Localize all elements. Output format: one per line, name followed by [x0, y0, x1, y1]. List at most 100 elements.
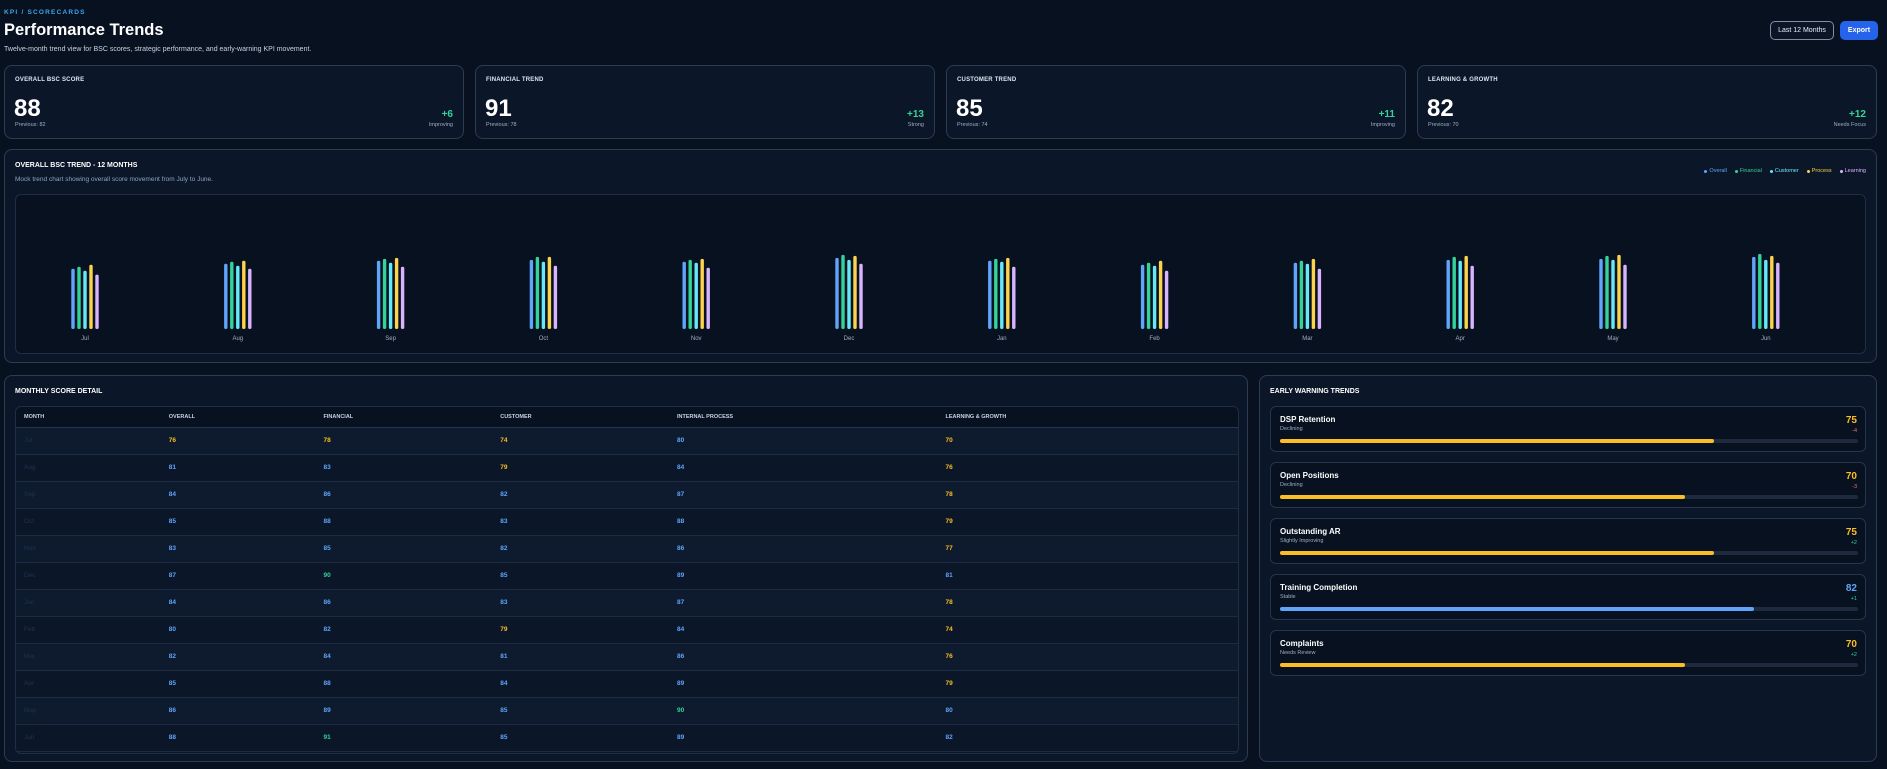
score-cell: 88 — [160, 724, 316, 752]
bar-financial-dec — [841, 254, 845, 329]
warning-status: Needs Review — [1280, 650, 1316, 656]
table-header-row: MONTH OVERALL FINANCIAL CUSTOMER INTERNAL PR… — [16, 407, 1238, 428]
score-cell: 87 — [160, 562, 316, 590]
score-cell: 70 — [937, 427, 1238, 455]
warning-item[interactable]: DSP Retention Declining 75 -4 — [1270, 406, 1866, 452]
bar-learning-dec — [859, 263, 863, 329]
table-row[interactable]: Oct 85 88 83 88 79 — [16, 508, 1238, 536]
score-cell: 83 — [492, 589, 669, 617]
bar-financial-jan — [994, 258, 998, 329]
warning-item[interactable]: Outstanding AR Slightly Improving 75 +2 — [1270, 518, 1866, 564]
score-cell: 78 — [937, 481, 1238, 509]
bar-process-feb — [1158, 260, 1163, 329]
kpi-card-delta: +13 — [907, 109, 924, 120]
bar-learning-apr — [1470, 265, 1474, 329]
trend-subtitle: Mock trend chart showing overall score m… — [15, 176, 213, 183]
month-cell: Nov — [16, 535, 161, 563]
score-cell: 84 — [160, 481, 316, 509]
score-cell: 80 — [160, 616, 316, 644]
warning-name: Outstanding AR — [1280, 527, 1341, 536]
column-header: LEARNING & GROWTH — [937, 407, 1238, 428]
trend-chart-svg: Jul Aug Sep Oct Nov Dec Jan Feb Mar Apr May Jun — [71, 253, 1780, 342]
table-row[interactable]: Feb 80 82 79 84 74 — [16, 616, 1238, 644]
score-cell: 79 — [937, 670, 1238, 698]
page-subtitle: Twelve-month trend view for BSC scores, … — [4, 46, 312, 53]
table-row[interactable]: Aug 81 83 79 84 76 — [16, 454, 1238, 482]
score-cell: 83 — [492, 508, 669, 536]
x-tick-label: Sep — [385, 336, 396, 342]
warning-progress-fill — [1280, 439, 1714, 443]
table-row[interactable]: Apr 85 88 84 89 79 — [16, 670, 1238, 698]
warning-score: 75 — [1845, 415, 1857, 426]
score-cell: 86 — [668, 535, 938, 563]
score-cell: 82 — [160, 643, 316, 671]
table-row[interactable]: Jun 88 91 85 89 82 — [16, 724, 1238, 752]
x-tick-label: Jul — [81, 336, 89, 342]
column-header: FINANCIAL — [315, 407, 493, 428]
column-header: INTERNAL PROCESS — [668, 407, 938, 428]
score-cell: 80 — [937, 697, 1238, 725]
score-cell: 86 — [315, 481, 493, 509]
table-row[interactable]: Nov 83 85 82 86 77 — [16, 535, 1238, 563]
x-tick-label: Nov — [691, 336, 702, 342]
warning-item[interactable]: Open Positions Declining 70 -3 — [1270, 462, 1866, 508]
score-cell: 88 — [315, 670, 493, 698]
table-row[interactable]: Jul 76 78 74 80 70 — [16, 427, 1238, 455]
score-cell: 87 — [668, 589, 938, 617]
score-cell: 74 — [937, 616, 1238, 644]
warning-score: 75 — [1845, 527, 1857, 538]
bar-customer-nov — [694, 262, 698, 329]
score-cell: 81 — [492, 643, 669, 671]
export-button[interactable]: Export — [1840, 21, 1878, 40]
legend-item-process: Process — [1806, 168, 1832, 174]
bar-learning-jul — [95, 274, 99, 329]
bar-process-jun — [1770, 255, 1774, 329]
score-cell: 84 — [315, 643, 493, 671]
kpi-card-previous: Previous: 78 — [486, 122, 517, 128]
warning-item[interactable]: Training Completion Stable 82 +1 — [1270, 574, 1866, 620]
trend-title: OVERALL BSC TREND - 12 MONTHS — [15, 162, 138, 169]
bar-customer-jun — [1764, 259, 1768, 329]
kpi-card-value: 85 — [956, 95, 983, 122]
warning-item[interactable]: Complaints Needs Review 70 +2 — [1270, 630, 1866, 676]
kpi-card-value: 91 — [485, 95, 512, 122]
bar-learning-jun — [1776, 262, 1780, 329]
warning-change: +2 — [1850, 652, 1857, 658]
table-row[interactable]: Mar 82 84 81 86 76 — [16, 643, 1238, 671]
score-cell: 89 — [668, 562, 938, 590]
kpi-card-financial: FINANCIAL TREND 91 Previous: 78 +13 Stro… — [475, 65, 935, 139]
x-tick-label: Mar — [1302, 336, 1312, 342]
warning-name: Training Completion — [1280, 583, 1358, 592]
legend-item-learning: Learning — [1839, 168, 1866, 174]
table-row[interactable]: Dec 87 90 85 89 81 — [16, 562, 1238, 590]
score-cell: 77 — [937, 535, 1238, 563]
kpi-card-delta: +12 — [1849, 109, 1866, 120]
column-header: CUSTOMER — [492, 407, 669, 428]
month-cell: Jun — [16, 724, 161, 752]
bar-learning-feb — [1164, 270, 1169, 329]
bar-customer-mar — [1305, 263, 1310, 329]
score-cell: 88 — [315, 508, 493, 536]
table-row[interactable]: May 86 89 85 90 80 — [16, 697, 1238, 725]
score-cell: 84 — [160, 589, 316, 617]
warning-name: Complaints — [1280, 639, 1324, 648]
table-row[interactable]: Jan 84 86 83 87 78 — [16, 589, 1238, 617]
table-row[interactable]: Sep 84 86 82 87 78 — [16, 481, 1238, 509]
kpi-card-status: Improving — [1370, 122, 1395, 128]
bar-financial-may — [1605, 255, 1609, 329]
bar-overall-jun — [1752, 256, 1756, 329]
month-cell: Aug — [16, 454, 161, 482]
score-cell: 90 — [668, 697, 938, 725]
x-tick-label: Apr — [1456, 336, 1465, 342]
date-range-button[interactable]: Last 12 Months — [1770, 21, 1834, 40]
score-cell: 78 — [937, 589, 1238, 617]
bar-financial-oct — [535, 256, 540, 329]
column-header: OVERALL — [160, 407, 316, 428]
bar-process-jan — [1006, 257, 1010, 329]
kpi-card-delta: +6 — [441, 109, 453, 120]
warning-title: EARLY WARNING TRENDS — [1270, 388, 1360, 395]
score-cell: 79 — [492, 616, 669, 644]
x-tick-label: Oct — [539, 336, 549, 342]
warning-status: Slightly Improving — [1280, 538, 1324, 544]
score-cell: 82 — [492, 481, 669, 509]
